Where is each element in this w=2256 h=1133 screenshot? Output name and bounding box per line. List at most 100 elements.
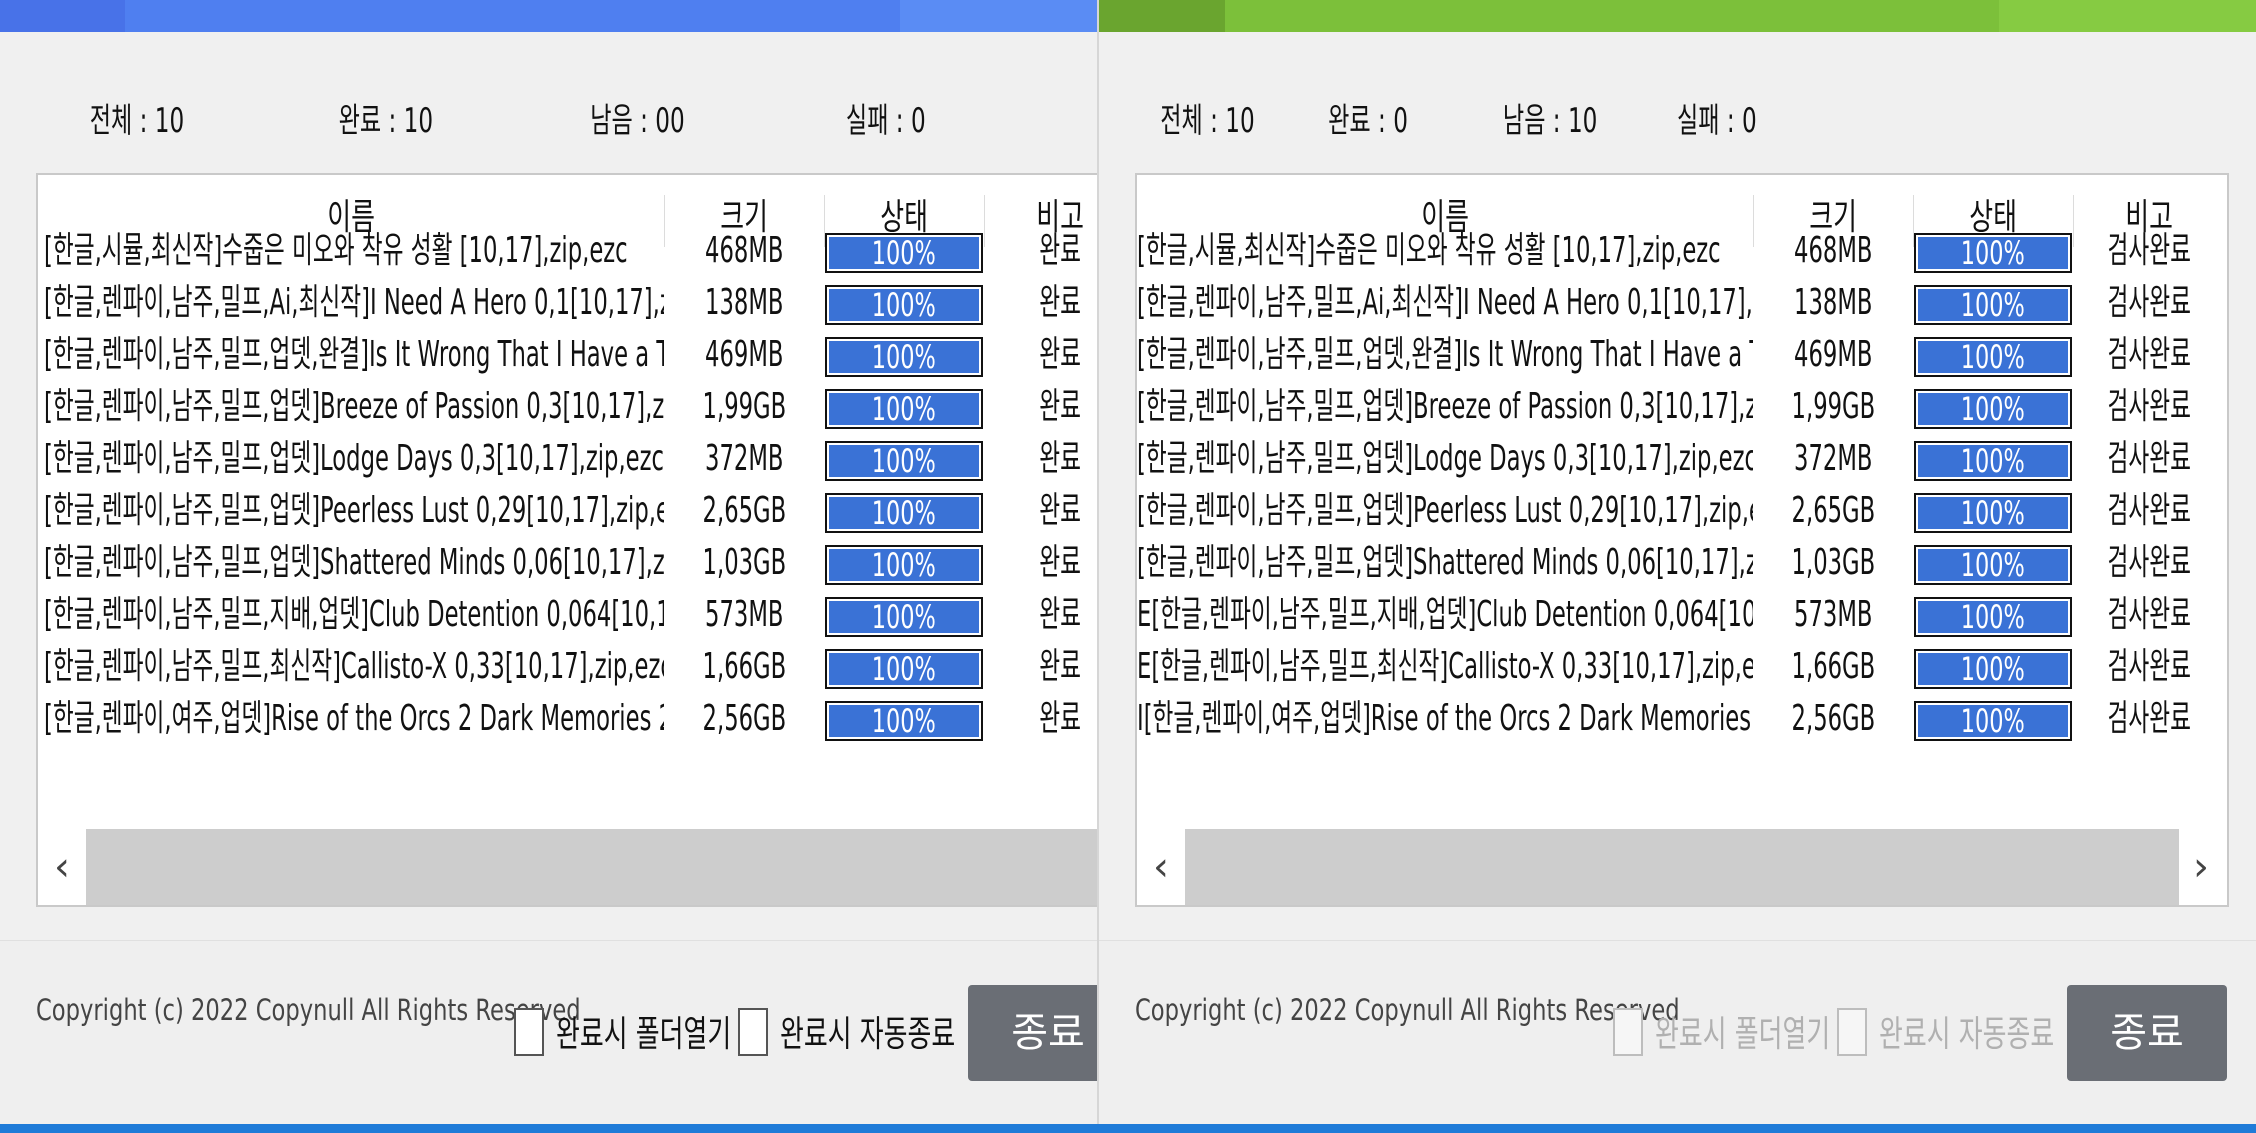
file-size: 1,03GB [1791, 542, 1876, 583]
left-footer: Copyright (c) 2022 Copynull All Rights R… [0, 940, 1097, 1133]
open-folder-checkbox[interactable] [514, 1008, 544, 1056]
file-size: 2,56GB [1791, 698, 1876, 739]
file-name: E[한글,렌파이,남주,밀프,지배,업뎃]Club Detention 0,06… [1137, 594, 1753, 635]
status-note: 검사완료 [2107, 646, 2191, 687]
progress-label: 100% [1960, 442, 2026, 480]
file-size: 1,66GB [1791, 646, 1876, 687]
file-name: [한글,렌파이,남주,밀프,업뎃]Lodge Days 0,3[10,17],z… [44, 438, 664, 479]
file-name: [한글,렌파이,남주,밀프,업뎃]Breeze of Passion 0,3[1… [44, 386, 664, 427]
progress-bar: 100% [825, 337, 983, 377]
left-stats-bar: 전체 : 10 완료 : 10 남음 : 00 실패 : 0 [0, 93, 926, 143]
list-item[interactable]: [한글,시뮬,최신작]수줍은 미오와 착유 성활 [10,17],zip,ezc… [1137, 225, 2227, 277]
progress-bar: 100% [825, 597, 983, 637]
progress-bar: 100% [1914, 597, 2072, 637]
list-item[interactable]: [한글,렌파이,남주,밀프,업뎃]Peerless Lust 0,29[10,1… [1137, 485, 2227, 537]
list-item[interactable]: [한글,렌파이,남주,밀프,업뎃]Shattered Minds 0,06[10… [38, 537, 1097, 589]
progress-label: 100% [1960, 546, 2026, 584]
right-window-titlebar[interactable] [1099, 0, 2256, 32]
progress-bar: 100% [1914, 233, 2072, 273]
file-name: [한글,렌파이,남주,밀프,업뎃]Shattered Minds 0,06[10… [1137, 542, 1753, 583]
progress-label: 100% [871, 494, 937, 532]
status-note: 완료 [1039, 386, 1081, 427]
list-item[interactable]: [한글,렌파이,남주,밀프,업뎃]Lodge Days 0,3[10,17],z… [38, 433, 1097, 485]
file-name: [한글,렌파이,남주,밀프,최신작]Callisto-X 0,33[10,17]… [44, 646, 664, 687]
right-stats-bar: 전체 : 10 완료 : 0 남음 : 10 실패 : 0 [1099, 93, 1886, 143]
list-item[interactable]: [한글,렌파이,여주,업뎃]Rise of the Orcs 2 Dark Me… [38, 693, 1097, 745]
file-name: [한글,시뮬,최신작]수줍은 미오와 착유 성활 [10,17],zip,ezc [44, 230, 628, 271]
list-item[interactable]: [한글,렌파이,남주,밀프,업뎃]Breeze of Passion 0,3[1… [38, 381, 1097, 433]
list-item[interactable]: [한글,시뮬,최신작]수줍은 미오와 착유 성활 [10,17],zip,ezc… [38, 225, 1097, 277]
auto-exit-checkbox[interactable] [738, 1008, 768, 1056]
progress-label: 100% [871, 546, 937, 584]
list-item[interactable]: E[한글,렌파이,남주,밀프,최신작]Callisto-X 0,33[10,17… [1137, 641, 2227, 693]
remaining-count: 남음 : 10 [1502, 101, 1598, 141]
list-item[interactable]: I[한글,렌파이,여주,업뎃]Rise of the Orcs 2 Dark M… [1137, 693, 2227, 745]
auto-exit-label[interactable]: 완료시 자동종료 [780, 1005, 955, 1057]
status-note: 검사완료 [2107, 490, 2191, 531]
progress-label: 100% [1960, 494, 2026, 532]
left-window-titlebar[interactable] [0, 0, 1097, 32]
status-note: 완료 [1039, 438, 1081, 479]
progress-label: 100% [1960, 286, 2026, 324]
progress-label: 100% [871, 338, 937, 376]
list-item[interactable]: E[한글,렌파이,남주,밀프,지배,업뎃]Club Detention 0,06… [1137, 589, 2227, 641]
exit-button[interactable]: 종료 [968, 985, 1097, 1081]
open-folder-label[interactable]: 완료시 폴더열기 [556, 1005, 731, 1057]
file-size: 573MB [705, 594, 784, 635]
open-folder-checkbox [1613, 1008, 1643, 1056]
progress-bar: 100% [825, 233, 983, 273]
progress-bar: 100% [825, 701, 983, 741]
list-item[interactable]: [한글,렌파이,남주,밀프,업뎃,완결]Is It Wrong That I H… [1137, 329, 2227, 381]
scroll-left-arrow-icon[interactable]: ‹ [42, 829, 82, 905]
scrollbar-thumb[interactable] [86, 829, 1097, 905]
progress-bar: 100% [825, 493, 983, 533]
file-size: 573MB [1794, 594, 1873, 635]
list-item[interactable]: [한글,렌파이,남주,밀프,업뎃,완결]Is It Wrong That I H… [38, 329, 1097, 381]
progress-bar: 100% [1914, 493, 2072, 533]
file-size: 2,65GB [702, 490, 787, 531]
auto-exit-checkbox [1837, 1008, 1867, 1056]
exit-button[interactable]: 종료 [2067, 985, 2227, 1081]
status-note: 검사완료 [2107, 282, 2191, 323]
status-note: 완료 [1039, 542, 1081, 583]
left-window: 전체 : 10 완료 : 10 남음 : 00 실패 : 0 이름 크기 상태 … [0, 0, 1099, 1133]
progress-label: 100% [871, 442, 937, 480]
list-item[interactable]: [한글,렌파이,남주,밀프,업뎃]Lodge Days 0,3[10,17],z… [1137, 433, 2227, 485]
file-size: 468MB [1794, 230, 1873, 271]
file-size: 2,56GB [702, 698, 787, 739]
progress-bar: 100% [825, 441, 983, 481]
list-item[interactable]: [한글,렌파이,남주,밀프,Ai,최신작]I Need A Hero 0,1[1… [38, 277, 1097, 329]
total-count: 전체 : 10 [1160, 101, 1255, 141]
status-note: 검사완료 [2107, 438, 2191, 479]
status-note: 완료 [1039, 490, 1081, 531]
list-item[interactable]: [한글,렌파이,남주,밀프,업뎃]Shattered Minds 0,06[10… [1137, 537, 2227, 589]
scroll-right-arrow-icon[interactable]: › [2181, 829, 2221, 905]
file-size: 1,99GB [1791, 386, 1876, 427]
left-file-list[interactable]: 이름 크기 상태 비고 [한글,시뮬,최신작]수줍은 미오와 착유 성활 [10… [36, 173, 1097, 907]
file-name: [한글,렌파이,남주,밀프,지배,업뎃]Club Detention 0,064… [44, 594, 664, 635]
failed-count: 실패 : 0 [1677, 101, 1757, 141]
horizontal-scrollbar[interactable]: ‹ › [1137, 819, 2227, 905]
auto-exit-label: 완료시 자동종료 [1879, 1014, 2055, 1055]
list-item[interactable]: [한글,렌파이,남주,밀프,최신작]Callisto-X 0,33[10,17]… [38, 641, 1097, 693]
failed-count: 실패 : 0 [845, 101, 926, 141]
file-size: 468MB [705, 230, 784, 271]
progress-label: 100% [871, 702, 937, 740]
list-item[interactable]: [한글,렌파이,남주,밀프,업뎃]Breeze of Passion 0,3[1… [1137, 381, 2227, 433]
file-name: [한글,렌파이,남주,밀프,업뎃]Peerless Lust 0,29[10,1… [44, 490, 664, 531]
file-size: 1,99GB [702, 386, 787, 427]
right-file-list[interactable]: 이름 크기 상태 비고 [한글,시뮬,최신작]수줍은 미오와 착유 성활 [10… [1135, 173, 2229, 907]
horizontal-scrollbar[interactable]: ‹ [38, 819, 1097, 905]
scrollbar-thumb[interactable] [1185, 829, 2179, 905]
scroll-left-arrow-icon[interactable]: ‹ [1141, 829, 1181, 905]
list-item[interactable]: [한글,렌파이,남주,밀프,Ai,최신작]I Need A Hero 0,1[1… [1137, 277, 2227, 329]
taskbar-strip [0, 1124, 2256, 1133]
list-item[interactable]: [한글,렌파이,남주,밀프,업뎃]Peerless Lust 0,29[10,1… [38, 485, 1097, 537]
right-window: 전체 : 10 완료 : 0 남음 : 10 실패 : 0 이름 크기 상태 비… [1099, 0, 2256, 1133]
status-note: 완료 [1039, 594, 1081, 635]
progress-label: 100% [1960, 390, 2026, 428]
status-note: 검사완료 [2107, 386, 2191, 427]
list-item[interactable]: [한글,렌파이,남주,밀프,지배,업뎃]Club Detention 0,064… [38, 589, 1097, 641]
file-name: [한글,렌파이,남주,밀프,업뎃]Breeze of Passion 0,3[1… [1137, 386, 1753, 427]
progress-bar: 100% [825, 389, 983, 429]
